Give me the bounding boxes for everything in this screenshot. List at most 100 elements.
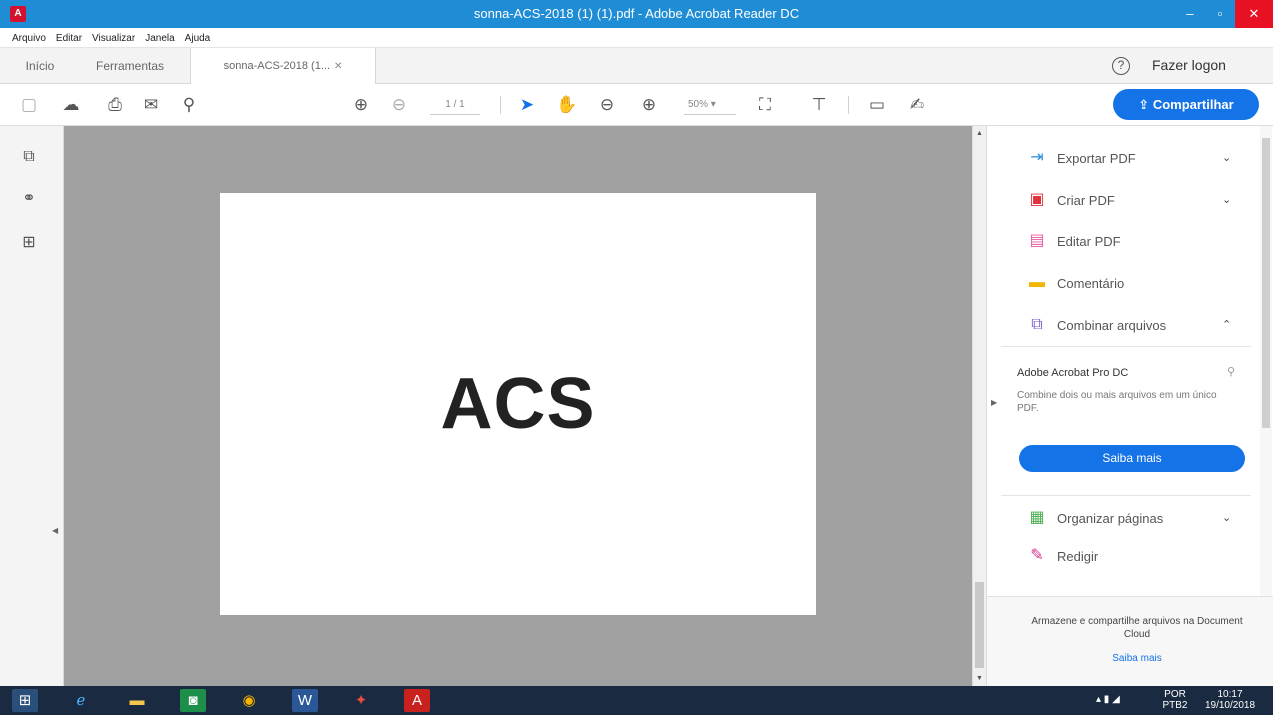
- menu-editar[interactable]: Editar: [51, 29, 87, 44]
- scrollbar-thumb[interactable]: [1262, 138, 1270, 428]
- redact-icon: ✎: [1030, 547, 1044, 564]
- comment-icon: ▬: [1029, 274, 1045, 291]
- page-thumbnails-icon[interactable]: ⧉: [18, 146, 40, 168]
- combine-promo-card: Adobe Acrobat Pro DC ⚲ Combine dois ou m…: [1001, 346, 1251, 496]
- pin-icon[interactable]: ⚲: [1227, 365, 1235, 378]
- window-title: sonna-ACS-2018 (1) (1).pdf - Adobe Acrob…: [473, 6, 800, 21]
- zoom-out-icon[interactable]: ⊖: [596, 94, 618, 116]
- page-down-icon[interactable]: ⊖: [388, 94, 410, 116]
- learn-more-button[interactable]: Saiba mais: [1019, 445, 1245, 472]
- sign-tool-icon[interactable]: ✍: [906, 94, 928, 116]
- chrome-icon[interactable]: ◉: [236, 689, 262, 712]
- comment-tool-icon[interactable]: ▭: [866, 94, 888, 116]
- share-button-label: Compartilhar: [1152, 97, 1234, 112]
- menu-visualizar[interactable]: Visualizar: [87, 29, 140, 44]
- tool-label: Criar PDF: [1057, 193, 1115, 208]
- scroll-mode-icon[interactable]: ⊤: [808, 94, 830, 116]
- tray-icons[interactable]: ▴ ▮ ◢: [1096, 694, 1120, 705]
- pdf-page: ACS: [220, 193, 816, 615]
- clock[interactable]: 10:17 19/10/2018: [1200, 689, 1260, 711]
- page-up-icon[interactable]: ⊕: [350, 94, 372, 116]
- menu-ajuda[interactable]: Ajuda: [180, 29, 216, 44]
- attachments-icon[interactable]: ⚭: [18, 188, 40, 210]
- tool-label: Editar PDF: [1057, 234, 1121, 249]
- tab-home[interactable]: Início: [8, 48, 72, 84]
- tool-label: Organizar páginas: [1057, 511, 1164, 526]
- app-colorful-icon[interactable]: ✦: [348, 689, 374, 712]
- toolbar-separator: [500, 96, 501, 114]
- acrobat-taskbar-icon[interactable]: A: [404, 689, 430, 712]
- menu-bar: Arquivo Editar Visualizar Janela Ajuda: [0, 28, 1273, 48]
- share-icon: ⇪: [1138, 97, 1150, 112]
- toolbar-separator: [848, 96, 849, 114]
- promo-text: Combine dois ou mais arquivos em um únic…: [1017, 390, 1217, 414]
- export-pdf-icon: ⇥: [1030, 149, 1044, 166]
- language-indicator[interactable]: POR PTB2: [1160, 689, 1190, 711]
- word-icon[interactable]: W: [292, 689, 318, 712]
- chevron-up-icon[interactable]: ⌃: [1222, 318, 1231, 331]
- tool-label: Combinar arquivos: [1057, 318, 1167, 333]
- app-green-icon[interactable]: ◙: [180, 689, 206, 712]
- close-button[interactable]: ✕: [1235, 0, 1273, 28]
- search-icon[interactable]: ⚲: [178, 94, 200, 116]
- maximize-button[interactable]: ▫: [1205, 0, 1235, 28]
- login-link[interactable]: Fazer logon: [1152, 57, 1226, 73]
- email-icon[interactable]: ✉: [140, 94, 162, 116]
- document-scrollbar[interactable]: ▲ ▼: [972, 126, 986, 686]
- document-cloud-block: Armazene e compartilhe arquivos na Docum…: [987, 596, 1273, 686]
- create-icon[interactable]: ▢: [18, 94, 40, 116]
- collapse-left-panel-icon[interactable]: ◀: [52, 526, 62, 535]
- fit-page-icon[interactable]: ⛶: [754, 94, 776, 116]
- tool-redact[interactable]: ✎ Redigir: [1027, 544, 1247, 570]
- print-icon[interactable]: ⎙: [104, 94, 126, 116]
- tab-document[interactable]: sonna-ACS-2018 (1... ✕: [190, 48, 376, 85]
- scroll-up-icon[interactable]: ▲: [976, 130, 983, 137]
- select-tool-icon[interactable]: ➤: [516, 94, 538, 116]
- close-tab-icon[interactable]: ✕: [334, 61, 342, 72]
- tool-organize-pages[interactable]: ▦ Organizar páginas ⌄: [1027, 506, 1247, 532]
- file-explorer-icon[interactable]: ▬: [124, 689, 150, 712]
- document-cloud-link[interactable]: Saiba mais: [1027, 653, 1247, 664]
- menu-janela[interactable]: Janela: [140, 29, 179, 44]
- cloud-upload-icon[interactable]: ☁: [60, 94, 82, 116]
- combine-files-icon: ⧉: [1031, 316, 1043, 333]
- tool-label: Redigir: [1057, 549, 1099, 564]
- zoom-in-icon[interactable]: ⊕: [638, 94, 660, 116]
- left-navigation-rail: ⧉ ⚭ ⊞ ◀: [0, 126, 64, 686]
- tool-label: Comentário: [1057, 276, 1125, 291]
- security-lock-icon[interactable]: ⊞: [18, 232, 40, 254]
- tools-pane: ▶ ⇥ Exportar PDF ⌄ ▣ Criar PDF ⌄ ▤ Edita…: [986, 126, 1273, 686]
- title-bar: A sonna-ACS-2018 (1) (1).pdf - Adobe Acr…: [0, 0, 1273, 28]
- organize-pages-icon: ▦: [1029, 509, 1045, 526]
- chevron-down-icon[interactable]: ⌄: [1222, 193, 1231, 206]
- internet-explorer-icon[interactable]: ℯ: [68, 689, 94, 712]
- page-number-field[interactable]: 1 / 1: [430, 95, 480, 115]
- main-toolbar: ▢ ☁ ⎙ ✉ ⚲ ⊕ ⊖ 1 / 1 ➤ ✋ ⊖ ⊕ 50% ▾ ⛶ ⊤ ▭ …: [0, 84, 1273, 126]
- tool-export-pdf[interactable]: ⇥ Exportar PDF ⌄: [1027, 146, 1247, 172]
- tool-create-pdf[interactable]: ▣ Criar PDF ⌄: [1027, 188, 1247, 214]
- start-button-icon[interactable]: ⊞: [12, 689, 38, 712]
- chevron-down-icon[interactable]: ⌄: [1222, 151, 1231, 164]
- windows-taskbar: ⊞ ℯ ▬ ◙ ◉ W ✦ A ▴ ▮ ◢ POR PTB2 10:17 19/…: [0, 686, 1273, 715]
- tool-combine-files[interactable]: ⧉ Combinar arquivos ⌃: [1027, 313, 1247, 339]
- menu-arquivo[interactable]: Arquivo: [0, 29, 51, 44]
- tool-edit-pdf[interactable]: ▤ Editar PDF: [1027, 229, 1247, 255]
- tab-document-label: sonna-ACS-2018 (1...: [223, 60, 330, 72]
- chevron-down-icon[interactable]: ⌄: [1222, 511, 1231, 524]
- zoom-level-select[interactable]: 50% ▾: [684, 95, 736, 115]
- collapse-right-panel-icon[interactable]: ▶: [991, 398, 997, 407]
- share-button[interactable]: ⇪ Compartilhar: [1113, 89, 1259, 120]
- page-text: ACS: [440, 364, 596, 444]
- tab-tools[interactable]: Ferramentas: [74, 48, 186, 84]
- document-cloud-text: Armazene e compartilhe arquivos na Docum…: [1031, 616, 1243, 640]
- help-icon[interactable]: ?: [1112, 57, 1130, 75]
- promo-title: Adobe Acrobat Pro DC: [1017, 367, 1129, 379]
- tool-comment[interactable]: ▬ Comentário: [1027, 271, 1247, 297]
- scrollbar-thumb[interactable]: [975, 582, 984, 668]
- document-canvas[interactable]: ACS: [64, 126, 972, 686]
- minimize-button[interactable]: –: [1175, 0, 1205, 28]
- scroll-down-icon[interactable]: ▼: [976, 675, 983, 682]
- create-pdf-icon: ▣: [1029, 191, 1045, 208]
- tools-pane-scrollbar[interactable]: [1260, 126, 1272, 596]
- hand-tool-icon[interactable]: ✋: [556, 94, 578, 116]
